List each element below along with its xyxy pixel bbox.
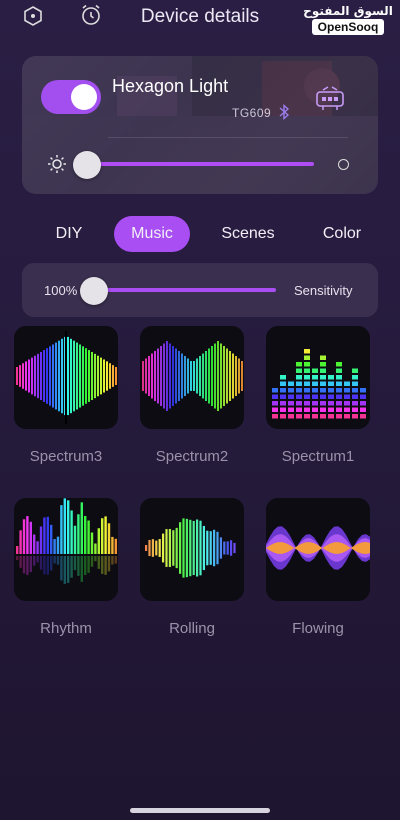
spectrum1-thumbnail[interactable]	[266, 326, 370, 429]
watermark-logo: السوق المفتوح OpenSooq	[300, 4, 396, 36]
effect-label: Rolling	[169, 620, 215, 637]
device-icon[interactable]	[315, 86, 345, 112]
sensitivity-label: Sensitivity	[294, 283, 353, 298]
spectrum2-thumbnail[interactable]	[140, 326, 244, 429]
moon-icon	[338, 159, 349, 170]
toggle-knob	[71, 84, 97, 110]
brightness-slider-thumb[interactable]	[73, 151, 101, 179]
device-name: Hexagon Light	[112, 76, 229, 96]
bluetooth-icon	[279, 104, 290, 120]
mode-tabs: DIY Music Scenes Color	[0, 216, 400, 252]
brightness-slider-track[interactable]	[86, 162, 314, 166]
tab-diy[interactable]: DIY	[46, 216, 92, 252]
sensitivity-value: 100%	[44, 283, 78, 298]
rolling-thumbnail[interactable]	[140, 498, 244, 601]
watermark-english: OpenSooq	[311, 19, 385, 35]
tab-scenes[interactable]: Scenes	[214, 216, 282, 252]
effect-label: Spectrum1	[281, 448, 355, 465]
flowing-thumbnail[interactable]	[266, 498, 370, 601]
effect-label: Rhythm	[40, 620, 92, 637]
top-bar: Device details السوق المفتوح OpenSooq	[0, 0, 400, 36]
effect-label: Spectrum2	[155, 448, 229, 465]
sensitivity-card: 100% Sensitivity	[22, 263, 378, 317]
sensitivity-slider-thumb[interactable]	[80, 277, 108, 305]
device-model: TG609	[232, 106, 272, 120]
sun-icon	[48, 155, 66, 173]
rhythm-thumbnail[interactable]	[14, 498, 118, 601]
card-divider	[108, 137, 348, 138]
device-card: Hexagon Light TG609	[22, 56, 378, 194]
tab-music[interactable]: Music	[114, 216, 190, 252]
power-toggle[interactable]	[41, 80, 101, 114]
effect-label: Spectrum3	[29, 448, 103, 465]
tab-color[interactable]: Color	[316, 216, 368, 252]
effect-label: Flowing	[292, 620, 344, 637]
spectrum3-thumbnail[interactable]	[14, 326, 118, 429]
home-indicator	[130, 808, 270, 813]
sensitivity-slider-track[interactable]	[94, 288, 276, 292]
watermark-arabic: السوق المفتوح	[303, 4, 393, 18]
